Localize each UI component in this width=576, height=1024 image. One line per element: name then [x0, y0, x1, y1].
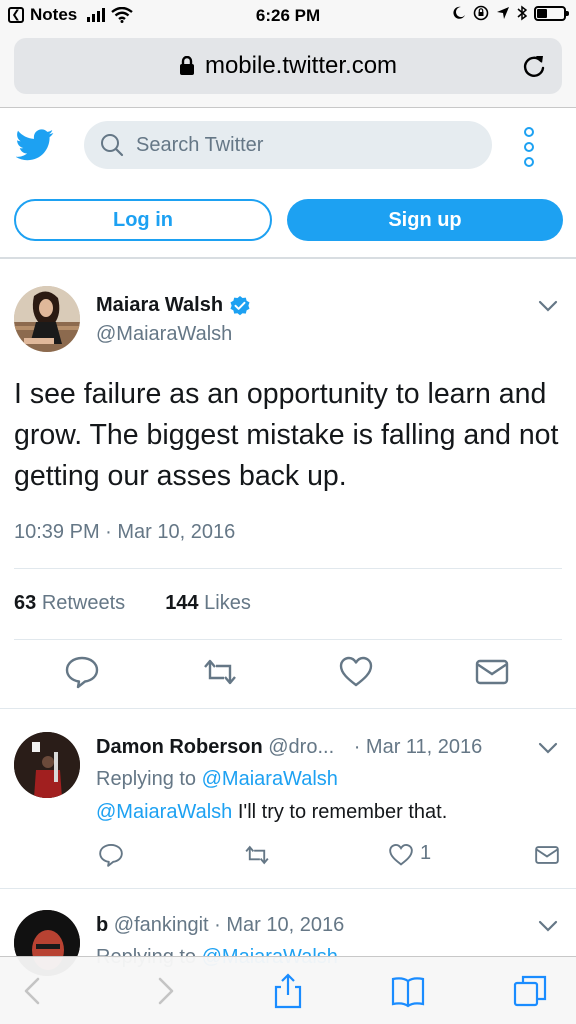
- tweet-actions: [0, 654, 576, 694]
- reply-author-name[interactable]: Damon Roberson: [96, 736, 263, 758]
- replying-to-link[interactable]: @MaiaraWalsh: [202, 768, 338, 790]
- tweet-timestamp[interactable]: 10:39 PM · Mar 10, 2016: [14, 521, 235, 544]
- reply-icon[interactable]: [98, 842, 124, 868]
- reply-avatar[interactable]: [14, 732, 80, 798]
- author-avatar[interactable]: [14, 286, 80, 352]
- chevron-down-icon[interactable]: [538, 300, 558, 312]
- more-options-icon[interactable]: [522, 127, 536, 167]
- reply-body: I'll try to remember that.: [232, 801, 448, 823]
- divider: [14, 568, 562, 569]
- browser-toolbar: [0, 956, 576, 1024]
- retweets-count: 63: [14, 592, 37, 614]
- retweets-stat[interactable]: 63 Retweets: [14, 592, 125, 615]
- login-button[interactable]: Log in: [14, 199, 272, 241]
- lock-icon: [179, 56, 194, 75]
- twitter-header: Log in Sign up: [0, 109, 576, 259]
- reply-header: Damon Roberson @dro... · Mar 11, 2016: [96, 736, 482, 759]
- reload-icon[interactable]: [520, 52, 548, 80]
- likes-label: Likes: [204, 592, 251, 614]
- replying-to: Replying to @MaiaraWalsh: [96, 768, 338, 791]
- reply-author-handle[interactable]: @fankingit: [114, 914, 209, 936]
- likes-stat[interactable]: 144 Likes: [165, 592, 251, 615]
- retweet-icon[interactable]: [202, 654, 238, 690]
- reply-text: @MaiaraWalsh I'll try to remember that.: [96, 801, 447, 824]
- search-input[interactable]: [136, 133, 436, 157]
- signup-button[interactable]: Sign up: [287, 199, 563, 241]
- rotation-lock-icon: [473, 5, 489, 21]
- tabs-icon[interactable]: [512, 973, 548, 1009]
- divider: [14, 639, 562, 640]
- like-icon[interactable]: [388, 842, 414, 868]
- direct-message-icon[interactable]: [474, 654, 510, 690]
- author-name[interactable]: Maiara Walsh: [96, 294, 251, 317]
- location-icon: [497, 7, 509, 19]
- reply-date[interactable]: · Mar 10, 2016: [214, 914, 344, 936]
- moon-icon: [453, 6, 465, 19]
- author-handle[interactable]: @MaiaraWalsh: [96, 323, 232, 346]
- search-icon: [101, 134, 124, 157]
- back-icon[interactable]: [16, 973, 52, 1009]
- reply-date[interactable]: · Mar 11, 2016: [354, 736, 483, 758]
- status-right: [452, 5, 569, 21]
- tweet-text: I see failure as an opportunity to learn…: [14, 378, 559, 492]
- reply-icon[interactable]: [64, 654, 100, 690]
- forward-icon[interactable]: [146, 973, 182, 1009]
- author-name-text[interactable]: Maiara Walsh: [96, 294, 223, 317]
- share-icon[interactable]: [270, 973, 306, 1009]
- status-bar: ❮ Notes 6:26 PM: [0, 0, 576, 32]
- reply-author-handle[interactable]: @dro...: [268, 736, 334, 758]
- verified-badge-icon: [230, 295, 250, 315]
- retweet-icon[interactable]: [244, 842, 270, 868]
- reply-author-name[interactable]: b: [96, 914, 108, 936]
- bookmarks-icon[interactable]: [390, 973, 426, 1009]
- reply-header: b @fankingit · Mar 10, 2016: [96, 914, 344, 937]
- tweet-stats: 63 Retweets 144 Likes: [14, 592, 251, 615]
- address-bar[interactable]: mobile.twitter.com: [14, 38, 562, 94]
- direct-message-icon[interactable]: [534, 842, 560, 868]
- battery-icon: [534, 5, 569, 21]
- twitter-logo-icon[interactable]: [16, 129, 54, 161]
- divider: [0, 708, 576, 709]
- browser-address-area: mobile.twitter.com: [0, 32, 576, 108]
- replying-to-label: Replying to: [96, 768, 202, 790]
- reply-mention-link[interactable]: @MaiaraWalsh: [96, 801, 232, 823]
- like-icon[interactable]: [338, 654, 374, 690]
- chevron-down-icon[interactable]: [538, 742, 558, 754]
- divider: [0, 888, 576, 889]
- reply-like-count: 1: [420, 842, 432, 864]
- likes-count: 144: [165, 592, 199, 614]
- retweets-label: Retweets: [41, 592, 126, 614]
- bluetooth-icon: [517, 5, 527, 21]
- chevron-down-icon[interactable]: [538, 920, 558, 932]
- search-box[interactable]: [84, 121, 492, 169]
- url-text[interactable]: mobile.twitter.com: [205, 52, 397, 80]
